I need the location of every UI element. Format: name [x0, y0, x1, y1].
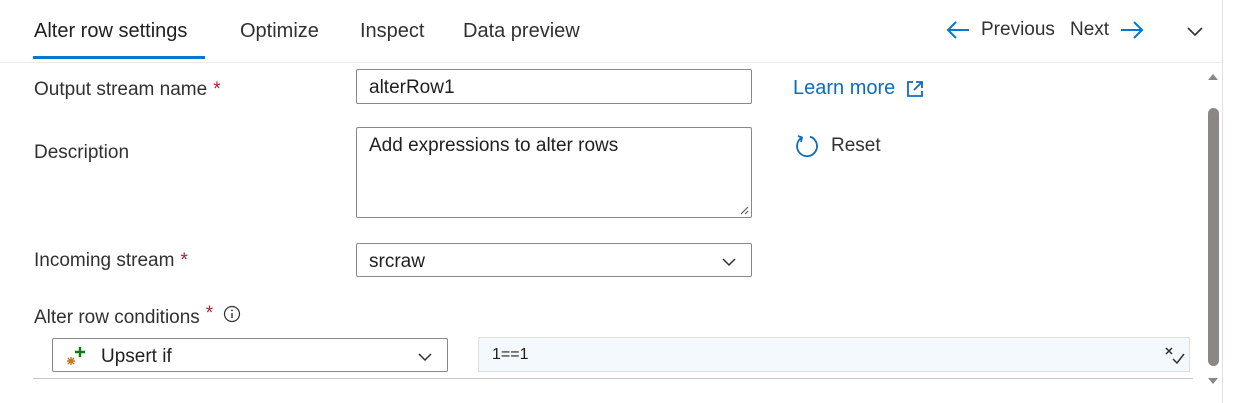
incoming-stream-label: Incoming stream * [34, 250, 188, 271]
arrow-left-icon [946, 21, 969, 39]
scroll-up-icon[interactable] [1207, 72, 1219, 81]
alter-row-panel: Alter row settings Optimize Inspect Data… [0, 0, 1223, 403]
chevron-down-icon[interactable] [1186, 24, 1204, 38]
learn-more-link[interactable]: Learn more [793, 77, 925, 100]
alter-row-conditions-label: Alter row conditions * [34, 303, 241, 329]
external-link-icon [907, 80, 924, 97]
chevron-down-icon [722, 258, 736, 267]
output-stream-label: Output stream name * [34, 79, 221, 100]
upsert-icon [67, 347, 85, 365]
scrollbar-thumb[interactable] [1208, 108, 1219, 366]
output-stream-input[interactable]: alterRow1 [356, 69, 752, 104]
incoming-stream-select[interactable]: srcraw [356, 243, 752, 277]
expression-builder-icon[interactable] [1163, 344, 1185, 366]
tab-bar: Alter row settings Optimize Inspect Data… [0, 0, 1222, 63]
condition-type-select[interactable]: Upsert if [52, 338, 448, 372]
vertical-scrollbar[interactable] [1204, 64, 1222, 394]
previous-button[interactable]: Previous [945, 19, 1055, 41]
info-icon[interactable] [223, 305, 241, 323]
previous-label: Previous [981, 19, 1055, 40]
tab-alter-row-settings[interactable]: Alter row settings [34, 20, 187, 43]
reset-button[interactable]: Reset [794, 133, 881, 159]
scroll-down-icon[interactable] [1207, 377, 1219, 386]
tab-inspect[interactable]: Inspect [360, 20, 424, 43]
chevron-down-icon [418, 353, 432, 362]
refresh-icon [796, 135, 818, 158]
tab-data-preview[interactable]: Data preview [463, 20, 580, 43]
resize-handle-icon[interactable] [739, 205, 749, 215]
condition-expression-input[interactable]: 1==1 [478, 337, 1190, 372]
divider [33, 378, 1193, 379]
active-tab-indicator [33, 56, 205, 59]
description-textarea[interactable]: Add expressions to alter rows [356, 127, 752, 218]
description-label: Description [34, 142, 130, 163]
next-button[interactable]: Next [1070, 19, 1145, 41]
next-label: Next [1070, 19, 1110, 40]
tab-optimize[interactable]: Optimize [240, 20, 319, 43]
arrow-right-icon [1121, 21, 1144, 39]
